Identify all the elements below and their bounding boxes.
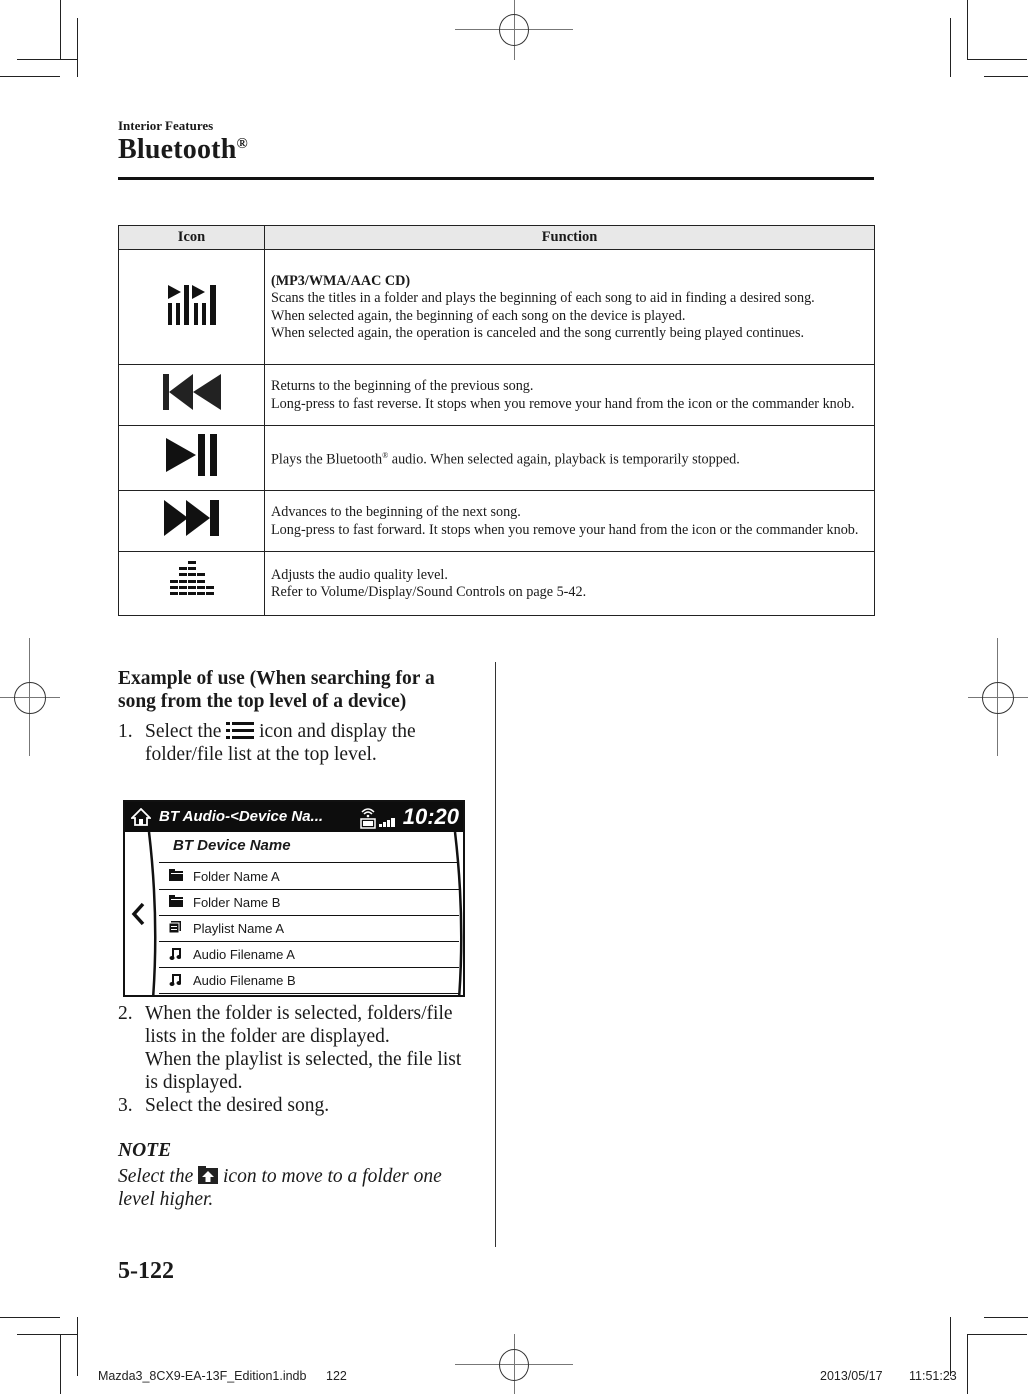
music-note-icon <box>169 948 181 960</box>
column-header-function: Function <box>264 225 875 250</box>
column-divider <box>495 662 496 1247</box>
section-label: Interior Features <box>118 118 214 133</box>
scan-icon <box>167 285 216 326</box>
list-icon <box>226 722 255 739</box>
screen-title: BT Audio-<Device Na... <box>159 808 324 825</box>
list-item-label: Playlist Name A <box>193 921 285 936</box>
table-row: (MP3/WMA/AAC CD) Scans the titles in a f… <box>118 249 875 365</box>
icon-cell <box>118 551 265 616</box>
example-heading: Example of use (When searching for a son… <box>118 668 435 712</box>
function-text: Scans the titles in a folder and plays t… <box>271 290 815 306</box>
function-text: Adjusts the audio quality level. <box>271 566 448 583</box>
registration-mark-bottom <box>455 1334 575 1394</box>
audio-screen-illustration: BT Audio-<Device Na... 10:20 BT Device N… <box>123 800 465 997</box>
function-text-part: Plays the Bluetooth <box>271 452 383 469</box>
footer-date: 2013/05/17 <box>820 1369 883 1383</box>
table-row: Advances to the beginning of the next so… <box>118 490 875 552</box>
list-item[interactable]: Folder Name A <box>159 863 459 890</box>
list-header: BT Device Name <box>159 832 459 863</box>
folder-icon <box>169 895 183 907</box>
function-text: When selected again, the operation is ca… <box>271 325 805 341</box>
function-cell: (MP3/WMA/AAC CD) Scans the titles in a f… <box>264 249 875 365</box>
footer-time: 11:51:23 <box>909 1369 957 1383</box>
note-heading: NOTE <box>118 1140 172 1161</box>
folder-up-icon <box>198 1166 219 1184</box>
page-title-text: Bluetooth <box>118 134 237 165</box>
music-note-icon <box>169 974 181 986</box>
title-rule <box>118 177 874 180</box>
previous-track-icon <box>162 374 221 411</box>
registered-mark: ® <box>236 136 248 152</box>
function-cell: Adjusts the audio quality level. Refer t… <box>264 551 875 616</box>
page-number: 5-122 <box>118 1258 174 1284</box>
list-item-label: Folder Name A <box>193 869 280 884</box>
step-number: 1. <box>118 721 133 742</box>
list-item-label: Folder Name B <box>193 895 281 910</box>
step-item: 1. Select the icon and display the folde… <box>118 720 470 766</box>
playlist-icon <box>169 921 181 934</box>
step-text: Select the <box>145 721 222 742</box>
file-list: BT Device Name Folder Name A Folder Name… <box>159 832 459 995</box>
function-cell: Advances to the beginning of the next so… <box>264 490 875 552</box>
step-text: When the folder is selected, folders/fil… <box>145 1003 453 1047</box>
icon-function-table: Icon Function (MP3/WMA/AAC CD) Scans the… <box>118 225 875 616</box>
icon-cell <box>118 364 265 426</box>
table-row: Returns to the beginning of the previous… <box>118 364 875 426</box>
function-cell: Returns to the beginning of the previous… <box>264 364 875 426</box>
play-pause-icon <box>165 434 217 477</box>
device-name: BT Device Name <box>173 837 291 854</box>
step-item: 3. Select the desired song. <box>118 1094 470 1117</box>
folder-icon <box>169 869 183 881</box>
registration-mark-top <box>455 0 575 60</box>
function-text: (MP3/WMA/AAC CD) <box>271 272 411 289</box>
registration-mark-left <box>0 638 60 758</box>
function-text: Long-press to fast reverse. It stops whe… <box>271 395 855 412</box>
table-row: Plays the Bluetooth® audio. When selecte… <box>118 425 875 491</box>
steps-list-1: 1. Select the icon and display the folde… <box>118 720 470 766</box>
registration-mark-right <box>968 638 1028 758</box>
icon-cell <box>118 425 265 491</box>
function-text-part: audio. When selected again, playback is … <box>388 452 740 469</box>
function-cell: Plays the Bluetooth® audio. When selecte… <box>264 425 875 491</box>
table-header-row: Icon Function <box>118 225 875 250</box>
function-text: Returns to the beginning of the previous… <box>271 378 534 394</box>
function-text: Advances to the beginning of the next so… <box>271 504 521 520</box>
steps-list-2: 2. When the folder is selected, folders/… <box>118 1002 470 1117</box>
list-item-label: Audio Filename A <box>193 947 295 962</box>
footer-filename: Mazda3_8CX9-EA-13F_Edition1.indb <box>98 1369 307 1383</box>
step-item: 2. When the folder is selected, folders/… <box>118 1002 470 1094</box>
step-number: 2. <box>118 1003 133 1024</box>
icon-cell <box>118 249 265 365</box>
list-item[interactable]: Folder Name B <box>159 889 459 916</box>
list-item[interactable]: Audio Filename A <box>159 941 459 968</box>
step-text: When the playlist is selected, the file … <box>145 1049 462 1093</box>
step-text: Select the desired song. <box>145 1095 330 1116</box>
home-icon[interactable] <box>131 808 151 826</box>
screen-top-bar: BT Audio-<Device Na... 10:20 <box>125 802 463 832</box>
table-row: Adjusts the audio quality level. Refer t… <box>118 551 875 616</box>
bluetooth-status-icon <box>360 808 395 829</box>
list-item-label: Audio Filename B <box>193 973 296 988</box>
next-track-icon <box>163 500 219 537</box>
back-arrow-icon[interactable] <box>131 902 145 926</box>
note-text: Select the icon to move to a folder one … <box>118 1165 470 1211</box>
column-header-icon: Icon <box>118 225 265 250</box>
function-text: Long-press to fast forward. It stops whe… <box>271 521 859 538</box>
list-item[interactable]: Playlist Name A <box>159 915 459 942</box>
note-text-part: Select the <box>118 1166 194 1187</box>
function-text: When selected again, the beginning of ea… <box>271 307 686 324</box>
screen-clock: 10:20 <box>402 804 459 829</box>
page-title: Bluetooth® <box>118 134 248 166</box>
footer-page: 122 <box>326 1369 347 1383</box>
sound-settings-icon <box>169 560 214 595</box>
function-text: Plays the Bluetooth® audio. When selecte… <box>271 447 868 469</box>
step-number: 3. <box>118 1095 133 1116</box>
list-item[interactable]: Audio Filename B <box>159 967 459 994</box>
function-text: Refer to Volume/Display/Sound Controls o… <box>271 584 587 600</box>
icon-cell <box>118 490 265 552</box>
